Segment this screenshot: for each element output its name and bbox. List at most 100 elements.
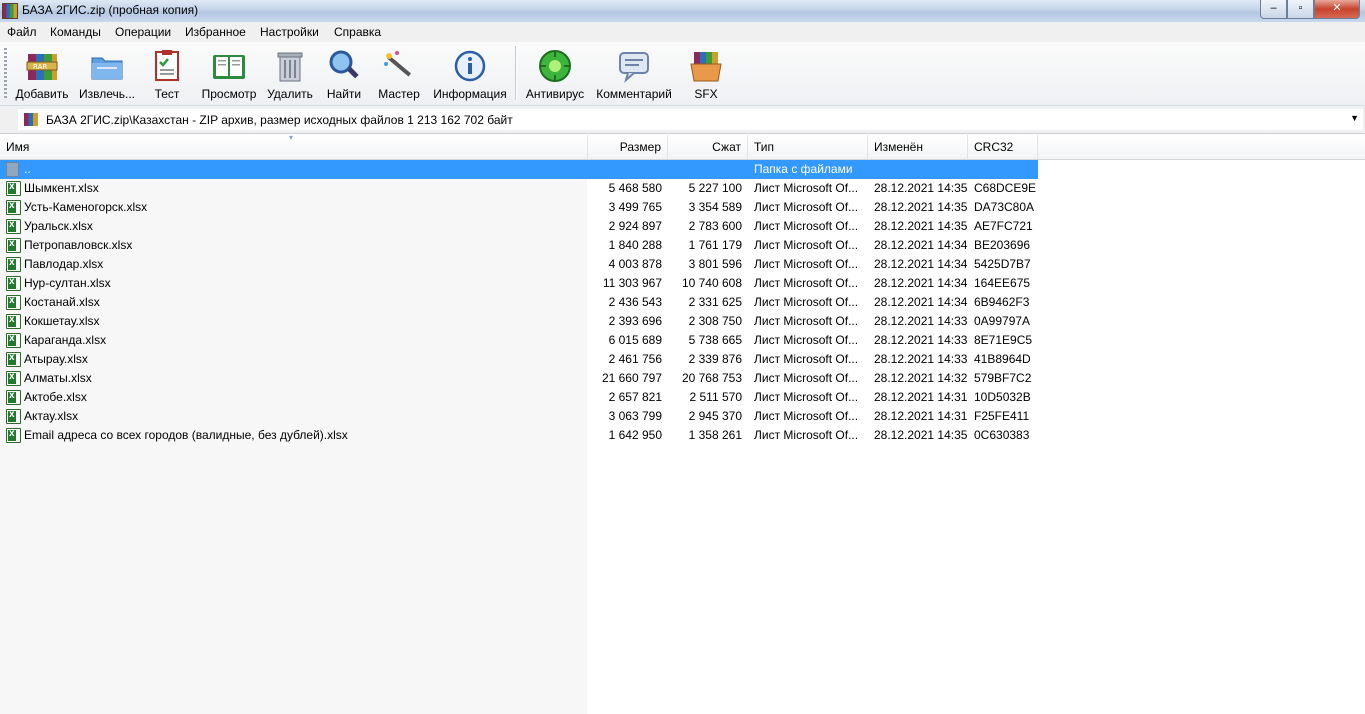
file-type: Лист Microsoft Of... [754, 181, 859, 195]
table-row[interactable]: Email адреса со всех городов (валидные, … [0, 426, 1038, 445]
file-size: 5 468 580 [608, 181, 662, 195]
wizard-button[interactable]: Мастер [375, 46, 423, 102]
file-name: Кокшетау.xlsx [24, 314, 100, 328]
column-header-crc[interactable]: CRC32 [968, 135, 1038, 159]
test-label: Тест [154, 87, 180, 101]
menu-favorites[interactable]: Избранное [185, 25, 246, 39]
table-row[interactable]: Атырау.xlsx 2 461 756 2 339 876 Лист Micros… [0, 350, 1038, 369]
delete-button[interactable]: Удалить [264, 46, 316, 102]
file-name: Email адреса со всех городов (валидные, … [24, 428, 348, 442]
table-row[interactable]: Усть-Каменогорск.xlsx 3 499 765 3 354 589 Л… [0, 198, 1038, 217]
column-header-name[interactable]: Имя [0, 135, 588, 159]
file-modified: 28.12.2021 14:35 [874, 181, 968, 195]
column-header-modified[interactable]: Изменён [868, 135, 968, 159]
file-name: Костанай.xlsx [24, 295, 100, 309]
menu-help[interactable]: Справка [334, 25, 381, 39]
file-modified: 28.12.2021 14:35 [874, 219, 968, 233]
view-button[interactable]: Просмотр [198, 46, 260, 102]
column-header-size[interactable]: Размер [588, 135, 668, 159]
antivirus-button[interactable]: Антивирус [524, 46, 586, 102]
parent-folder-type: Папка с файлами [754, 162, 853, 176]
table-row[interactable]: Кокшетау.xlsx 2 393 696 2 308 750 Лист Micr… [0, 312, 1038, 331]
file-name: Шымкент.xlsx [24, 181, 99, 195]
extract-button[interactable]: Извлечь... [76, 46, 138, 102]
table-row[interactable]: Павлодар.xlsx 4 003 878 3 801 596 Лист Micr… [0, 255, 1038, 274]
toolbar-separator [515, 46, 517, 100]
info-button[interactable]: Информация [431, 46, 509, 102]
excel-file-icon [6, 276, 21, 291]
file-type: Лист Microsoft Of... [754, 219, 859, 233]
file-name: Алматы.xlsx [24, 371, 92, 385]
close-button[interactable]: ✕ [1314, 0, 1360, 19]
test-button[interactable]: Тест [145, 46, 189, 102]
parent-folder-row[interactable]: .. Папка с файлами [0, 160, 1038, 179]
file-packed: 10 740 608 [681, 276, 742, 290]
table-row[interactable]: Шымкент.xlsx 5 468 580 5 227 100 Лист Micro… [0, 179, 1038, 198]
file-type: Лист Microsoft Of... [754, 200, 859, 214]
address-field[interactable]: БАЗА 2ГИС.zip\Казахстан - ZIP архив, раз… [18, 109, 1363, 130]
menu-bar: Файл Команды Операции Избранное Настройк… [0, 22, 1365, 42]
menu-commands[interactable]: Команды [50, 25, 101, 39]
file-modified: 28.12.2021 14:32 [874, 371, 968, 385]
file-modified: 28.12.2021 14:34 [874, 257, 968, 271]
excel-file-icon [6, 352, 21, 367]
file-type: Лист Microsoft Of... [754, 257, 859, 271]
excel-file-icon [6, 390, 21, 405]
file-crc: 164EE675 [974, 276, 1031, 290]
comment-icon [619, 52, 649, 83]
file-modified: 28.12.2021 14:33 [874, 352, 968, 366]
file-modified: 28.12.2021 14:33 [874, 314, 968, 328]
file-list[interactable]: ▾ Имя Размер Сжат Тип Изменён CRC32 .. П… [0, 134, 1365, 714]
table-row[interactable]: Актау.xlsx 3 063 799 2 945 370 Лист Microso… [0, 407, 1038, 426]
table-row[interactable]: Петропавловск.xlsx 1 840 288 1 761 179 Лист… [0, 236, 1038, 255]
view-book-icon [213, 55, 245, 79]
file-packed: 3 354 589 [688, 200, 742, 214]
find-button[interactable]: Найти [322, 46, 366, 102]
excel-file-icon [6, 200, 21, 215]
minimize-button[interactable]: – [1260, 0, 1287, 19]
file-crc: 0C630383 [974, 428, 1030, 442]
file-crc: F25FE411 [974, 409, 1030, 423]
table-row[interactable]: Нур-султан.xlsx 11 303 967 10 740 608 Лист … [0, 274, 1038, 293]
file-packed: 5 227 100 [688, 181, 742, 195]
file-size: 2 436 543 [608, 295, 662, 309]
maximize-button[interactable]: ▫ [1287, 0, 1314, 19]
file-packed: 2 783 600 [688, 219, 742, 233]
file-name: Усть-Каменогорск.xlsx [24, 200, 148, 214]
antivirus-icon [539, 50, 571, 82]
file-type: Лист Microsoft Of... [754, 333, 859, 347]
excel-file-icon [6, 314, 21, 329]
winrar-app-icon[interactable] [2, 3, 18, 19]
table-row[interactable]: Уральск.xlsx 2 924 897 2 783 600 Лист Micro… [0, 217, 1038, 236]
file-crc: AE7FC721 [974, 219, 1033, 233]
file-packed: 20 768 753 [681, 371, 742, 385]
sfx-button[interactable]: SFX [684, 46, 728, 102]
file-packed: 3 801 596 [688, 257, 742, 271]
column-header-packed[interactable]: Сжат [668, 135, 748, 159]
address-bar: БАЗА 2ГИС.zip\Казахстан - ZIP архив, раз… [0, 106, 1365, 134]
find-magnifier-icon [329, 50, 359, 79]
table-row[interactable]: Костанай.xlsx 2 436 543 2 331 625 Лист Micr… [0, 293, 1038, 312]
extract-folder-icon [91, 57, 123, 80]
file-modified: 28.12.2021 14:31 [874, 390, 968, 404]
menu-file[interactable]: Файл [7, 25, 37, 39]
file-name: Уральск.xlsx [24, 219, 93, 233]
file-size: 4 003 878 [608, 257, 662, 271]
table-row[interactable]: Актобе.xlsx 2 657 821 2 511 570 Лист Micros… [0, 388, 1038, 407]
table-row[interactable]: Караганда.xlsx 6 015 689 5 738 665 Лист Mic… [0, 331, 1038, 350]
menu-settings[interactable]: Настройки [260, 25, 319, 39]
add-button[interactable]: RAR Добавить [14, 46, 70, 102]
address-path: БАЗА 2ГИС.zip\Казахстан - ZIP архив, раз… [46, 113, 513, 127]
find-label: Найти [326, 87, 362, 101]
window-title: БАЗА 2ГИС.zip (пробная копия) [22, 3, 199, 17]
chevron-down-icon[interactable]: ▼ [1350, 113, 1359, 123]
excel-file-icon [6, 428, 21, 443]
file-modified: 28.12.2021 14:33 [874, 333, 968, 347]
column-header-type[interactable]: Тип [748, 135, 868, 159]
file-packed: 2 331 625 [688, 295, 742, 309]
file-name: Атырау.xlsx [24, 352, 88, 366]
menu-operations[interactable]: Операции [115, 25, 171, 39]
toolbar-grip[interactable] [4, 48, 7, 98]
table-row[interactable]: Алматы.xlsx 21 660 797 20 768 753 Лист Micr… [0, 369, 1038, 388]
comment-button[interactable]: Комментарий [594, 46, 674, 102]
